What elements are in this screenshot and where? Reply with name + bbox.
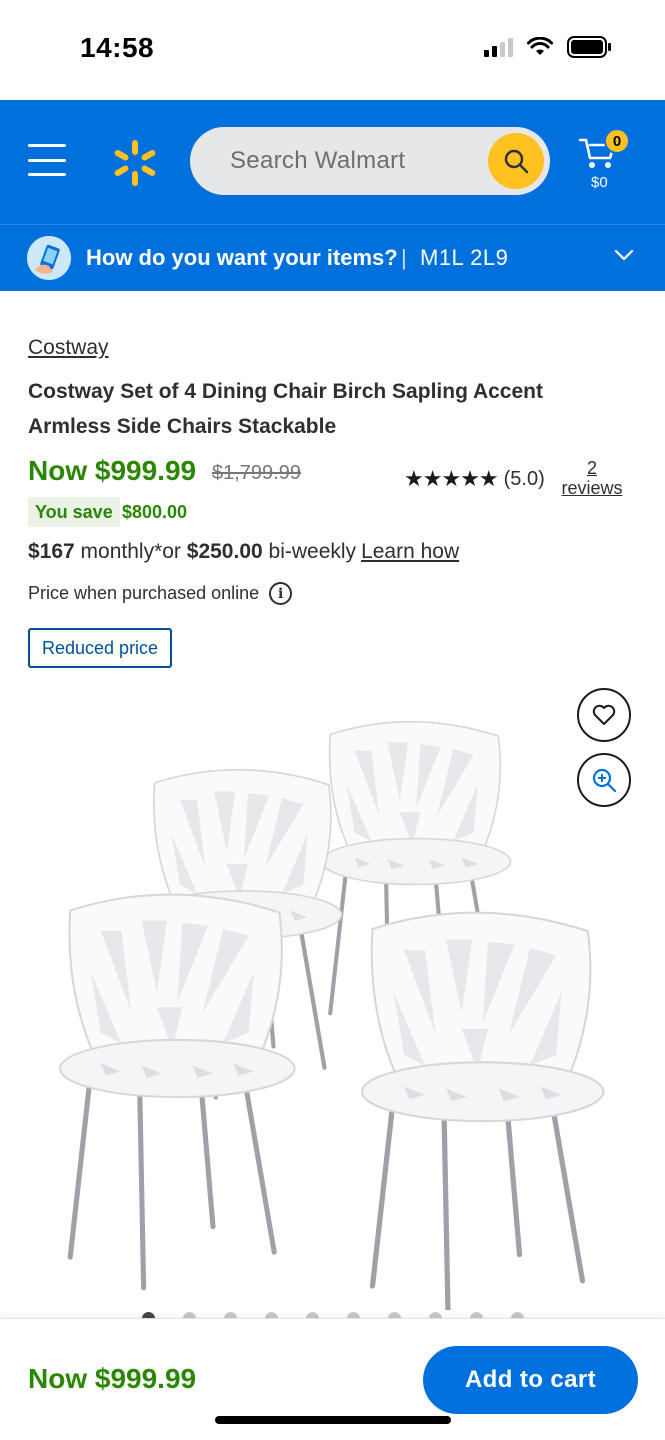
- home-indicator: [215, 1416, 451, 1424]
- reviews-link[interactable]: 2 reviews: [558, 458, 626, 498]
- biweekly-text: bi-weekly: [262, 540, 357, 563]
- online-price-text: Price when purchased online: [28, 583, 260, 603]
- heart-icon: [592, 704, 616, 725]
- zoom-button[interactable]: [577, 753, 631, 807]
- delivery-postal-code: M1L 2L9: [420, 245, 509, 270]
- rating-value: (5.0): [503, 467, 545, 490]
- delivery-selector[interactable]: How do you want your items? | M1L 2L9: [0, 224, 665, 291]
- online-price-note: Price when purchased online i: [28, 582, 293, 605]
- status-time: 14:58: [80, 32, 155, 63]
- header: Search Walmart 0 $0: [0, 100, 665, 224]
- cart-count-badge: 0: [604, 128, 630, 154]
- save-amount: $800.00: [122, 502, 188, 522]
- cellular-signal-icon: [484, 37, 513, 57]
- search-placeholder: Search Walmart: [230, 147, 406, 174]
- search-icon: [504, 149, 529, 174]
- brand-link[interactable]: Costway: [28, 336, 109, 360]
- search-input[interactable]: Search Walmart: [190, 127, 550, 195]
- rating-stars-icon: ★★★★★: [404, 466, 499, 491]
- add-to-cart-button[interactable]: Add to cart: [423, 1346, 638, 1414]
- wifi-icon: [527, 37, 553, 55]
- original-price: $1,799.99: [212, 462, 301, 484]
- cart-button[interactable]: 0 $0: [576, 128, 636, 198]
- current-price: Now $999.99: [28, 455, 197, 486]
- monthly-text: monthly*or: [74, 540, 187, 563]
- financing-info: $167 monthly*or $250.00 bi-weekly Learn h…: [28, 540, 459, 564]
- biweekly-amount: $250.00: [186, 540, 263, 563]
- monthly-amount: $167: [28, 540, 75, 563]
- info-icon[interactable]: i: [269, 582, 293, 605]
- learn-how-link[interactable]: Learn how: [361, 540, 459, 563]
- status-icons: [484, 36, 613, 58]
- rating[interactable]: ★★★★★ (5.0): [404, 466, 545, 492]
- delivery-separator: |: [401, 245, 407, 270]
- product-image[interactable]: [0, 690, 665, 1310]
- reviews-count: 2: [586, 458, 597, 478]
- walmart-spark-logo-icon[interactable]: [110, 138, 160, 188]
- zoom-in-icon: [592, 768, 617, 793]
- menu-icon[interactable]: [28, 144, 66, 176]
- product-title: Costway Set of 4 Dining Chair Birch Sapl…: [28, 380, 543, 438]
- favorite-button[interactable]: [577, 688, 631, 742]
- search-button[interactable]: [488, 133, 544, 189]
- cart-total: $0: [591, 174, 608, 191]
- status-bar: 14:58: [0, 0, 665, 100]
- you-save-badge: You save: [28, 497, 120, 527]
- bottom-price: Now $999.99: [28, 1363, 197, 1394]
- chevron-down-icon: [614, 249, 634, 261]
- battery-icon: [567, 36, 611, 58]
- delivery-question: How do you want your items?: [86, 245, 398, 270]
- reduced-price-badge: Reduced price: [28, 628, 173, 668]
- reviews-label: reviews: [561, 478, 623, 498]
- delivery-illustration-icon: [27, 236, 71, 280]
